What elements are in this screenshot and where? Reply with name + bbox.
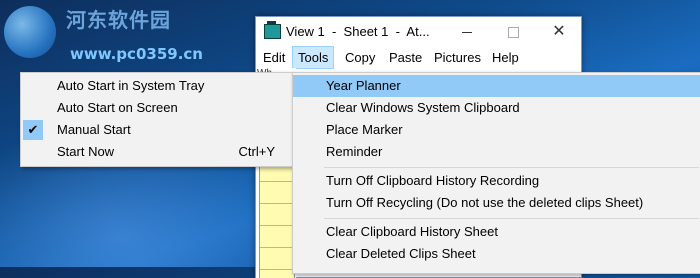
menu-item-reminder[interactable]: Reminder [293,141,700,163]
menu-item-clear-deleted-clips[interactable]: Clear Deleted Clips Sheet [293,243,700,265]
menu-item-turn-off-history-recording[interactable]: Turn Off Clipboard History Recording [293,170,700,192]
maximize-icon [507,27,519,39]
menu-item-label: Manual Start [57,122,131,137]
title-bar[interactable]: View 1 - Sheet 1 - At... ✕ [256,17,581,47]
menu-item-turn-off-recycling[interactable]: Turn Off Recycling (Do not use the delet… [293,192,700,214]
menu-paste[interactable]: Paste [384,47,427,68]
watermark-logo-icon [4,6,56,58]
menu-bar: Edit Tools Copy Paste Pictures Help [256,46,581,69]
menu-item-label: Auto Start on Screen [57,100,178,115]
menu-item-year-planner[interactable]: Year Planner [293,75,700,97]
app-icon[interactable] [264,21,281,39]
menu-pictures[interactable]: Pictures [429,47,486,68]
menu-item-label: Reminder [326,144,383,159]
start-options-menu: Auto Start in System Tray Auto Start on … [20,72,294,167]
menu-item-label: Auto Start in System Tray [57,78,205,93]
menu-item-shortcut: Ctrl+Y [238,144,275,159]
menu-item-label: Clear Deleted Clips Sheet [326,246,476,261]
menu-tools[interactable]: Tools [292,46,335,69]
menu-item-label: Clear Clipboard History Sheet [326,224,498,239]
menu-item-label: Clear Windows System Clipboard [326,100,520,115]
menu-item-auto-start-system-tray[interactable]: Auto Start in System Tray [21,75,293,97]
menu-separator [324,218,699,219]
menu-item-label: Turn Off Clipboard History Recording [326,173,540,188]
menu-item-label: Year Planner [326,78,401,93]
menu-help[interactable]: Help [487,47,524,68]
menu-item-label: Start Now [57,144,115,159]
menu-item-start-now[interactable]: Start Now Ctrl+Y [21,141,293,163]
menu-copy[interactable]: Copy [340,47,380,68]
watermark-url: www.pc0359.cn [70,45,203,63]
window-title: View 1 - Sheet 1 - At... [286,24,430,39]
menu-item-label: Place Marker [326,122,403,137]
menu-item-clear-history-sheet[interactable]: Clear Clipboard History Sheet [293,221,700,243]
close-button[interactable]: ✕ [536,17,582,47]
close-icon: ✕ [552,23,566,40]
menu-edit[interactable]: Edit [258,47,290,68]
menu-separator [324,167,699,168]
watermark-site-name: 河东软件园 [66,10,171,32]
menu-item-label: Turn Off Recycling (Do not use the delet… [326,195,644,210]
tools-menu: Year Planner Clear Windows System Clipbo… [292,72,700,274]
minimize-button[interactable] [444,17,490,47]
watermark: 河东软件园 www.pc0359.cn [4,2,254,68]
menu-item-manual-start[interactable]: ✔ Manual Start [21,119,293,141]
menu-item-clear-windows-clipboard[interactable]: Clear Windows System Clipboard [293,97,700,119]
maximize-button[interactable] [490,17,536,47]
menu-item-place-marker[interactable]: Place Marker [293,119,700,141]
minimize-icon [462,32,472,34]
checkmark-icon: ✔ [23,120,43,140]
menu-item-auto-start-on-screen[interactable]: Auto Start on Screen [21,97,293,119]
